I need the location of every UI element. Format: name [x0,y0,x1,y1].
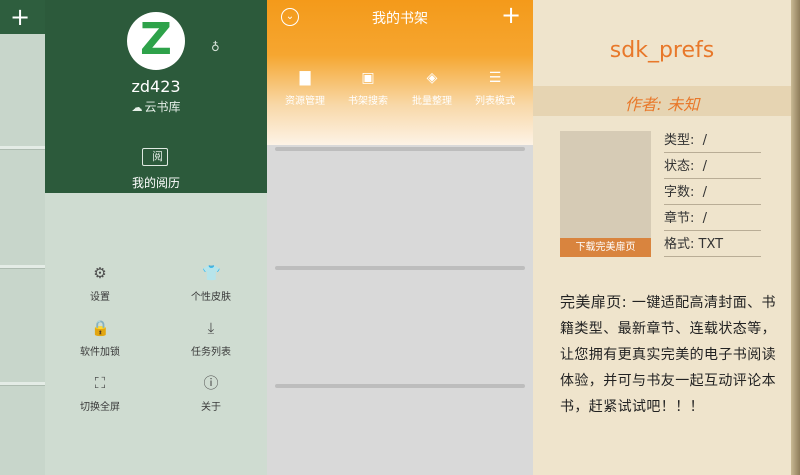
meta-value: / [702,211,708,226]
meta-label: 章节: [664,211,695,226]
meta-word-count: 字数: / [664,183,761,205]
side-drawer: Z ♁ zd423 ☁ 云书库 阅 我的阅历 ⚙ 设置 👕 个性皮肤 🔒 软件加锁… [45,0,267,475]
shirt-icon: 👕 [202,264,221,282]
book-author: 作者: 未知 [624,95,700,114]
bookshelf-header: ⌄ 我的书架 + ▇ 资源管理 ▣ 书架搜索 ◈ 批量整理 ☰ 列表模式 [267,0,533,145]
username[interactable]: zd423 [45,77,267,96]
menu-label: 关于 [201,402,221,413]
meta-type: 类型: / [664,131,761,153]
meta-chapters: 章节: / [664,209,761,231]
layers-icon: ◈ [426,70,438,86]
meta-status: 状态: / [664,157,761,179]
page-edge [791,0,800,475]
gear-icon: ⚙ [93,264,107,282]
info-icon: ⓘ [203,374,219,392]
tool-shelf-search[interactable]: ▣ 书架搜索 [336,70,400,107]
tool-batch-organize[interactable]: ◈ 批量整理 [400,70,464,107]
meta-format: 格式: TXT [664,235,761,257]
menu-label: 软件加锁 [80,347,120,358]
list-icon: ☰ [488,70,502,86]
description-body: 一键适配高清封面、书籍类型、最新章节、连载状态等，让您拥有更真实完美的电子书阅读… [560,295,776,415]
fullscreen-icon: ⛶ [94,374,106,392]
meta-label: 状态: [664,159,695,174]
add-icon[interactable]: + [10,5,30,29]
app-logo[interactable]: Z [127,12,185,70]
tool-resource-manager[interactable]: ▇ 资源管理 [273,70,337,107]
tool-list-mode[interactable]: ☰ 列表模式 [463,70,527,107]
menu-skin[interactable]: 👕 个性皮肤 [161,264,261,303]
menu-label: 设置 [90,292,110,303]
meta-value: TXT [698,237,724,252]
meta-value: / [702,159,708,174]
lock-icon: 🔒 [91,319,110,337]
menu-label: 切换全屏 [80,402,120,413]
menu-about[interactable]: ⓘ 关于 [161,374,261,413]
menu-label: 任务列表 [191,347,231,358]
background-shelf-edge: + [0,0,45,475]
shelf-divider [275,384,525,388]
description-lead: 完美扉页: [560,293,628,311]
background-header: + [0,0,45,34]
meta-label: 格式: [664,237,695,252]
folder-icon: ▇ [299,70,311,86]
tool-label: 批量整理 [412,96,452,107]
reading-history-label[interactable]: 我的阅历 [45,174,267,191]
book-description: 完美扉页: 一键适配高清封面、书籍类型、最新章节、连载状态等，让您拥有更真实完美… [560,289,786,420]
shelf-divider [275,147,525,151]
search-book-icon: ▣ [361,70,375,86]
drawer-header: Z ♁ zd423 ☁ 云书库 阅 我的阅历 [45,0,267,193]
menu-fullscreen[interactable]: ⛶ 切换全屏 [50,374,150,413]
meta-label: 类型: [664,133,695,148]
book-title: sdk_prefs [609,38,715,63]
cloud-icon: ☁ [131,101,143,114]
menu-label: 个性皮肤 [191,292,231,303]
bookshelf-screen: ⌄ 我的书架 + ▇ 资源管理 ▣ 书架搜索 ◈ 批量整理 ☰ 列表模式 [267,0,533,475]
shelf-divider [0,265,45,269]
shelf-divider [0,382,45,386]
cloud-library-label: 云书库 [144,100,181,114]
menu-lock[interactable]: 🔒 软件加锁 [50,319,150,358]
notification-icon[interactable]: ♁ [211,40,220,54]
shelf-divider [0,146,45,150]
tool-label: 列表模式 [475,96,515,107]
book-info-page: sdk_prefs 作者: 未知 下载完美扉页 类型: / 状态: / 字数: … [533,0,800,475]
add-icon[interactable]: + [501,2,521,28]
logo-letter: Z [140,14,172,65]
meta-label: 字数: [664,185,695,200]
shelf-divider [275,266,525,270]
download-icon: ⤓ [207,319,215,337]
download-cover-button[interactable]: 下载完美扉页 [560,238,651,257]
menu-tasks[interactable]: ⤓ 任务列表 [161,319,261,358]
reading-history-icon[interactable]: 阅 [142,148,168,166]
cloud-library-link[interactable]: ☁ 云书库 [45,98,267,115]
menu-settings[interactable]: ⚙ 设置 [50,264,150,303]
history-icon-char: 阅 [152,150,163,163]
meta-value: / [702,133,708,148]
meta-value: / [702,185,708,200]
page-title: 我的书架 [372,11,428,27]
tool-label: 资源管理 [285,96,325,107]
tool-label: 书架搜索 [348,96,388,107]
